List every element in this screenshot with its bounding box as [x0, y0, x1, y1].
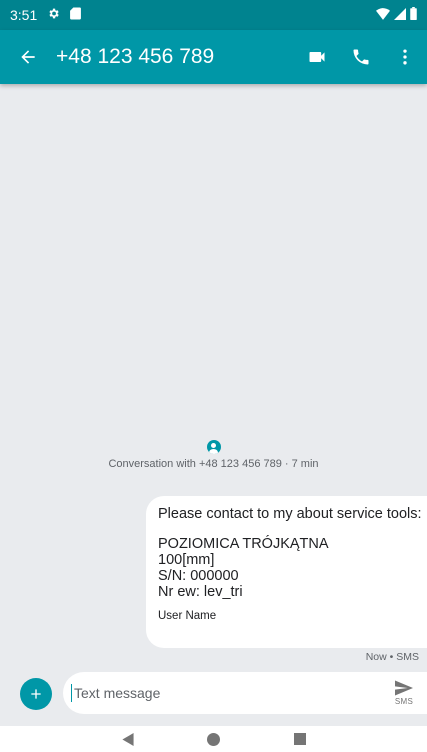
compose-bar: SMS	[63, 672, 427, 714]
nav-home-icon	[207, 732, 220, 746]
nav-recents-icon	[293, 733, 306, 745]
nav-home-button[interactable]	[171, 726, 257, 752]
send-label: SMS	[394, 697, 414, 706]
phone-icon	[353, 49, 369, 65]
status-left: 3:51	[10, 7, 82, 23]
message-bubble[interactable]: Please contact to my about service tools…	[146, 496, 427, 648]
status-right	[376, 7, 417, 23]
navigation-bar	[0, 726, 427, 752]
send-icon	[395, 680, 413, 696]
nav-back-button[interactable]	[85, 726, 171, 752]
message-input[interactable]	[71, 684, 379, 702]
message-body-line: Nr ew: lev_tri	[158, 584, 243, 600]
arrow-back-icon	[21, 50, 35, 64]
message-body: POZIOMICA TRÓJKĄTNA 100[mm] S/N: 000000 …	[158, 536, 417, 600]
add-icon	[31, 689, 41, 699]
gear-icon	[47, 7, 60, 23]
message-signature: User Name	[158, 610, 217, 622]
call-button[interactable]	[339, 30, 383, 84]
app-bar: +48 123 456 789	[0, 30, 427, 84]
app-bar-actions	[295, 30, 427, 84]
status-bar: 3:51	[0, 0, 427, 30]
back-button[interactable]	[0, 30, 56, 84]
battery-icon	[410, 7, 417, 23]
status-time: 3:51	[10, 7, 38, 23]
message-body-line: S/N: 000000	[158, 568, 239, 584]
conversation-info-text: Conversation with +48 123 456 789 · 7 mi…	[108, 458, 319, 470]
nav-back-icon	[121, 732, 134, 746]
messaging-screen: 3:51 +48 123 456 789 Conversation with +…	[0, 0, 427, 752]
videocam-icon	[309, 52, 325, 62]
message-line-1: Please contact to my about service tools…	[158, 506, 422, 522]
more-options-button[interactable]	[383, 30, 427, 84]
message-meta: Now • SMS	[365, 651, 419, 663]
video-call-button[interactable]	[295, 30, 339, 84]
send-button[interactable]: SMS	[379, 672, 427, 714]
signal-icon	[394, 7, 406, 23]
nav-recents-button[interactable]	[257, 726, 343, 752]
sd-card-icon	[70, 7, 82, 23]
conversation-info: Conversation with +48 123 456 789 · 7 mi…	[0, 440, 427, 470]
message-body-line: POZIOMICA TRÓJKĄTNA	[158, 536, 329, 552]
message-body-line: 100[mm]	[158, 552, 215, 568]
wifi-icon	[376, 7, 390, 23]
more-vert-icon	[403, 49, 407, 65]
contact-title: +48 123 456 789	[56, 45, 215, 68]
add-attachment-button[interactable]	[20, 678, 52, 710]
contact-avatar-icon	[206, 440, 221, 454]
